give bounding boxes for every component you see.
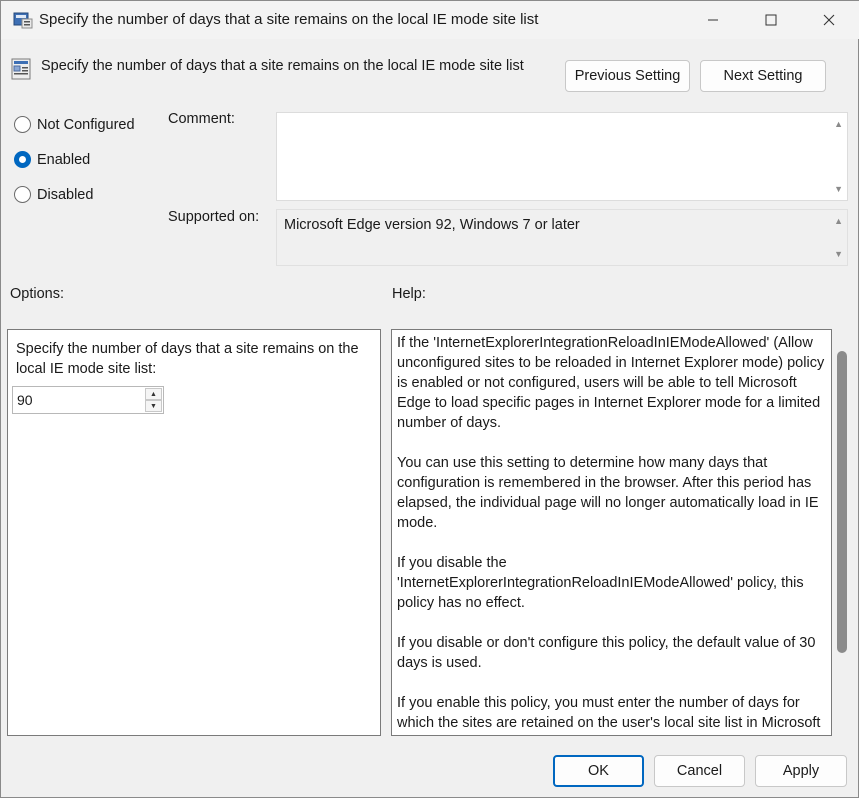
- options-label: Options:: [10, 286, 64, 302]
- scroll-up-icon[interactable]: ▲: [834, 119, 843, 129]
- help-paragraph: You can use this setting to determine ho…: [397, 455, 819, 531]
- days-value[interactable]: 90: [17, 392, 33, 408]
- scroll-down-icon[interactable]: ▼: [834, 184, 843, 194]
- help-text: If the 'InternetExplorerIntegrationReloa…: [397, 333, 831, 735]
- close-button[interactable]: [800, 1, 858, 39]
- ok-button[interactable]: OK: [553, 755, 644, 787]
- spin-down-icon[interactable]: ▼: [145, 400, 162, 412]
- help-label: Help:: [392, 286, 426, 302]
- window-title: Specify the number of days that a site r…: [39, 11, 539, 28]
- help-paragraph: If the 'InternetExplorerIntegrationReloa…: [397, 335, 825, 431]
- days-field-label: Specify the number of days that a site r…: [16, 341, 359, 377]
- previous-setting-button[interactable]: Previous Setting: [565, 60, 690, 92]
- scroll-down-icon[interactable]: ▼: [834, 249, 843, 259]
- close-icon: [823, 14, 835, 26]
- radio-disabled[interactable]: Disabled: [14, 186, 93, 203]
- minimize-button[interactable]: [684, 1, 742, 39]
- supported-on-value: Microsoft Edge version 92, Windows 7 or …: [284, 217, 580, 233]
- radio-indicator[interactable]: [14, 151, 31, 168]
- maximize-button[interactable]: [742, 1, 800, 39]
- policy-setting-icon: [11, 58, 31, 80]
- comment-textarea[interactable]: ▲ ▼: [276, 112, 848, 201]
- radio-enabled[interactable]: Enabled: [14, 151, 90, 168]
- next-setting-button[interactable]: Next Setting: [700, 60, 826, 92]
- radio-label: Disabled: [37, 186, 94, 203]
- radio-label: Not Configured: [37, 116, 135, 133]
- minimize-icon: [708, 19, 718, 21]
- help-paragraph: If you disable or don't configure this p…: [397, 635, 816, 671]
- supported-on-label: Supported on:: [168, 209, 260, 225]
- help-panel: If the 'InternetExplorerIntegrationReloa…: [391, 329, 832, 736]
- radio-indicator[interactable]: [14, 186, 31, 203]
- radio-indicator[interactable]: [14, 116, 31, 133]
- maximize-icon: [765, 14, 777, 26]
- apply-button[interactable]: Apply: [755, 755, 847, 787]
- policy-setting-icon: [13, 12, 33, 29]
- cancel-button[interactable]: Cancel: [654, 755, 745, 787]
- days-spinbox[interactable]: 90 ▲ ▼: [12, 386, 164, 414]
- scroll-up-icon[interactable]: ▲: [834, 216, 843, 226]
- help-paragraph: If you disable the 'InternetExplorerInte…: [397, 555, 804, 611]
- setting-heading: Specify the number of days that a site r…: [41, 58, 524, 74]
- scrollbar-thumb[interactable]: [837, 351, 847, 653]
- title-bar[interactable]: Specify the number of days that a site r…: [1, 1, 859, 39]
- supported-on-field: Microsoft Edge version 92, Windows 7 or …: [276, 209, 848, 266]
- help-paragraph: If you enable this policy, you must ente…: [397, 695, 821, 731]
- spin-up-icon[interactable]: ▲: [145, 388, 162, 400]
- help-scrollbar[interactable]: [834, 329, 850, 736]
- radio-label: Enabled: [37, 151, 91, 168]
- comment-label: Comment:: [168, 111, 235, 127]
- options-panel: Specify the number of days that a site r…: [7, 329, 381, 736]
- radio-not-configured[interactable]: Not Configured: [14, 116, 135, 133]
- policy-setting-dialog: Specify the number of days that a site r…: [0, 0, 859, 798]
